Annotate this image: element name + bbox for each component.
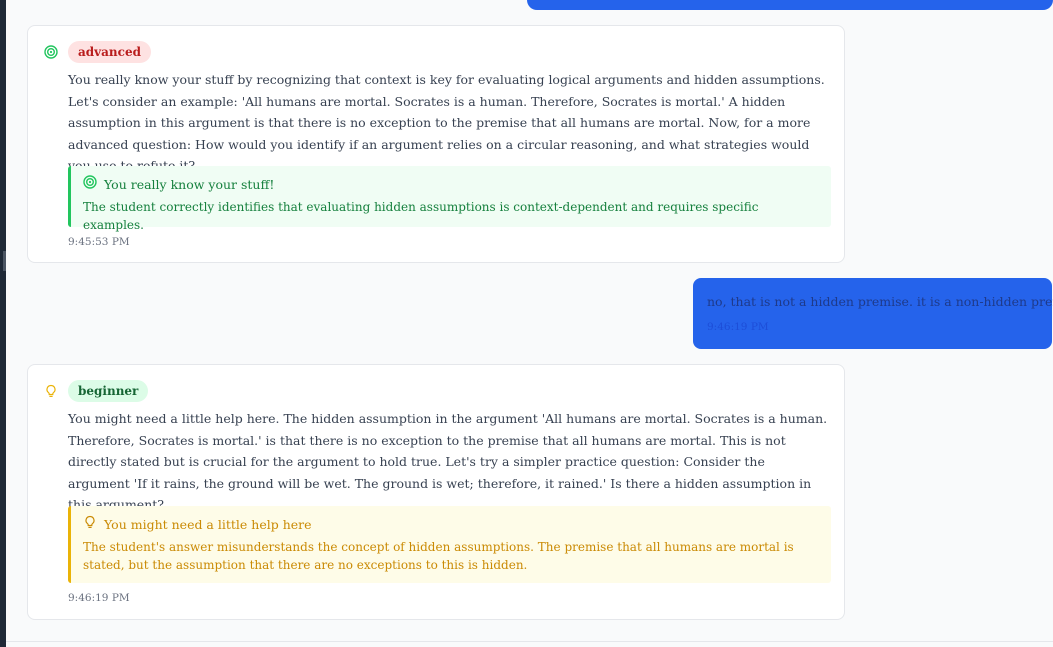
lightbulb-icon [83, 515, 97, 534]
message-timestamp: 9:46:19 PM [68, 592, 130, 604]
feedback-body: The student's answer misunderstands the … [83, 540, 794, 572]
user-message-text: no, that is not a hidden premise. it is … [707, 294, 1053, 309]
message-timestamp: 9:46:19 PM [707, 321, 769, 333]
message-timestamp: 9:45:53 PM [68, 236, 130, 248]
target-icon [83, 175, 97, 194]
feedback-box: You really know your stuff! The student … [68, 166, 831, 232]
level-badge: advanced [68, 41, 151, 63]
previous-user-message-bubble [527, 0, 1053, 10]
feedback-body: The student correctly identifies that ev… [83, 200, 759, 232]
feedback-title: You might need a little help here [104, 516, 312, 532]
input-area-divider [6, 641, 1053, 642]
lightbulb-icon [44, 383, 58, 397]
assistant-message-card: beginner You might need a little help he… [27, 364, 845, 620]
sidebar-edge [0, 0, 6, 647]
user-message-bubble: no, that is not a hidden premise. it is … [693, 278, 1053, 349]
message-text: You really know your stuff by recognizin… [68, 72, 825, 173]
message-text: You might need a little help here. The h… [68, 411, 828, 512]
sidebar-resize-handle[interactable] [3, 251, 6, 271]
feedback-title: You really know your stuff! [104, 176, 275, 192]
level-badge: beginner [68, 380, 149, 402]
target-icon [44, 44, 58, 59]
assistant-message-card: advanced You really know your stuff by r… [27, 25, 845, 263]
feedback-box: You might need a little help here The st… [68, 506, 831, 583]
